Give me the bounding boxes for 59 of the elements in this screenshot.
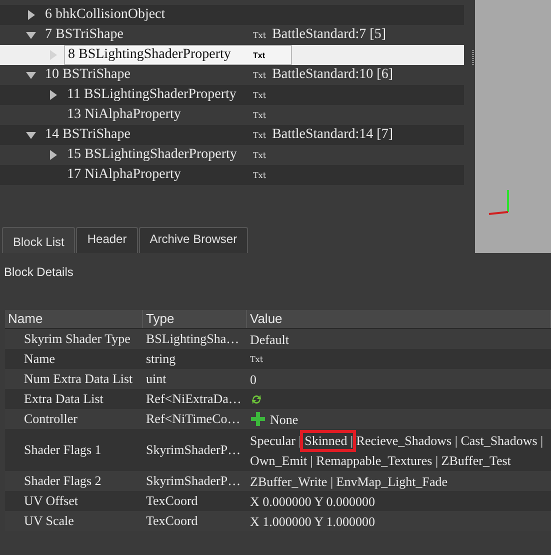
tree-cell: BattleStandard:14 [7] bbox=[272, 127, 393, 143]
table-cell: SkyrimShaderP… bbox=[146, 442, 241, 458]
table-cell: Shader Flags 1 bbox=[24, 442, 102, 458]
text-type-icon: Txt bbox=[250, 354, 264, 364]
table-cell: None bbox=[270, 412, 298, 426]
table-cell: UV Offset bbox=[24, 493, 78, 509]
table-cell: Num Extra Data List bbox=[24, 371, 133, 387]
table-cell: Default bbox=[250, 332, 289, 346]
tab[interactable]: Archive Browser bbox=[138, 227, 248, 253]
column-header[interactable]: Type bbox=[143, 310, 247, 328]
text-type-icon: Txt bbox=[253, 130, 266, 140]
tree-item[interactable]: 11 BSLightingShaderProperty bbox=[64, 86, 240, 104]
tab[interactable]: Block List bbox=[2, 227, 76, 253]
table-cell: Extra Data List bbox=[24, 391, 104, 407]
expand-arrow-icon[interactable] bbox=[26, 30, 36, 40]
table-cell: Ref<NiTimeCo… bbox=[146, 411, 240, 427]
table-cell: UV Scale bbox=[24, 513, 74, 529]
table-cell: ZBuffer_Write | EnvMap_Light_Fade bbox=[250, 474, 448, 488]
tree-item[interactable]: 10 BSTriShape bbox=[42, 66, 134, 84]
expand-arrow-icon[interactable] bbox=[26, 70, 36, 80]
table-cell: TexCoord bbox=[146, 513, 198, 529]
text-type-icon: Txt bbox=[253, 70, 266, 80]
tree-item[interactable]: 13 NiAlphaProperty bbox=[64, 106, 184, 124]
tab[interactable]: Header bbox=[76, 227, 138, 253]
splitter-handle[interactable] bbox=[472, 50, 474, 66]
table-cell: X 0.000000 Y 0.000000 bbox=[250, 494, 376, 508]
tree-item[interactable]: 14 BSTriShape bbox=[42, 126, 134, 144]
tree-item[interactable]: 15 BSLightingShaderProperty bbox=[64, 146, 240, 164]
panel-title: Block Details bbox=[3, 264, 74, 281]
table-cell: Ref<NiExtraDa… bbox=[146, 391, 242, 407]
expand-arrow-icon[interactable] bbox=[26, 10, 36, 20]
text-type-icon: Txt bbox=[253, 110, 266, 120]
expand-arrow-icon[interactable] bbox=[48, 150, 58, 160]
table-cell: uint bbox=[146, 371, 166, 387]
expand-arrow-icon[interactable] bbox=[26, 130, 36, 140]
expand-arrow-icon[interactable] bbox=[48, 90, 58, 100]
table-cell: string bbox=[146, 351, 176, 367]
text-type-icon: Txt bbox=[253, 90, 266, 100]
table-cell: BSLightingSha… bbox=[146, 331, 240, 347]
table-cell: Controller bbox=[24, 411, 78, 427]
table-cell: X 1.000000 Y 1.000000 bbox=[250, 514, 376, 528]
text-type-icon: Txt bbox=[253, 50, 265, 60]
table-cell: Name bbox=[24, 351, 56, 367]
table-cell: Skyrim Shader Type bbox=[24, 331, 130, 347]
refresh-icon[interactable] bbox=[250, 392, 263, 406]
text-type-icon: Txt bbox=[253, 170, 266, 180]
table-cell: Shader Flags 2 bbox=[24, 473, 102, 489]
table-cell: 0 bbox=[250, 372, 256, 386]
add-icon[interactable] bbox=[250, 411, 266, 427]
text-type-icon: Txt bbox=[253, 150, 266, 160]
tree-item[interactable]: 7 BSTriShape bbox=[42, 26, 126, 44]
column-header[interactable]: Value bbox=[247, 310, 551, 328]
tree-item[interactable]: 17 NiAlphaProperty bbox=[64, 166, 184, 184]
tree-cell: BattleStandard:10 [6] bbox=[272, 67, 393, 83]
column-header[interactable]: Name bbox=[5, 310, 143, 328]
tree-cell: BattleStandard:7 [5] bbox=[272, 27, 386, 43]
table-cell: TexCoord bbox=[146, 493, 198, 509]
table-cell: SkyrimShaderP… bbox=[146, 473, 241, 489]
text-type-icon: Txt bbox=[253, 30, 266, 40]
